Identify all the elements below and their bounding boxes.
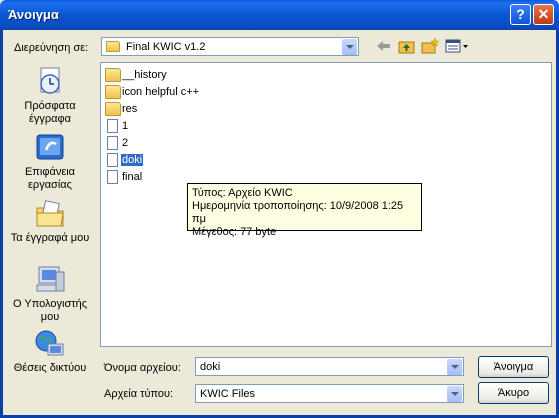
place-label: Επιφάνεια εργασίας <box>24 166 76 191</box>
place-desktop[interactable]: Επιφάνεια εργασίας <box>6 132 94 192</box>
help-icon: ? <box>516 6 525 22</box>
lookin-value: Final KWIC v1.2 <box>126 41 206 53</box>
place-recent[interactable]: Πρόσφατα έγγραφα <box>6 66 94 126</box>
network-places-icon <box>34 328 66 360</box>
back-icon <box>377 41 390 51</box>
filename-value: doki <box>200 361 221 373</box>
help-button[interactable]: ? <box>510 4 531 25</box>
filename-label: Όνομα αρχείου: <box>104 362 181 374</box>
title-bar[interactable]: Άνοιγμα ? ✕ <box>0 0 559 30</box>
places-bar: Πρόσφατα έγγραφα Επιφάνεια εργασίας Τα έ… <box>6 62 94 380</box>
file-info-tooltip: Τύπος: Αρχείο KWIC Ημερομηνία τροποποίησ… <box>187 183 422 238</box>
folder-icon <box>105 85 121 99</box>
folder-icon <box>105 102 121 116</box>
file-name: icon helpful c++ <box>122 86 200 98</box>
file-name: doki <box>121 154 144 166</box>
file-name: __history <box>122 69 167 81</box>
file-name: res <box>122 103 138 115</box>
views-menu-button[interactable] <box>444 37 470 55</box>
file-icon <box>107 170 118 184</box>
tooltip-size: Μέγεθος: 77 byte <box>192 226 277 238</box>
open-button[interactable]: Άνοιγμα <box>478 356 549 378</box>
chevron-down-icon[interactable] <box>342 39 357 55</box>
views-menu-icon <box>445 39 468 53</box>
file-name: final <box>122 171 143 183</box>
folder-icon <box>106 41 120 52</box>
folder-icon <box>105 68 121 82</box>
up-folder-icon <box>398 41 415 54</box>
file-name: 2 <box>122 137 129 149</box>
new-folder-button[interactable] <box>420 37 440 55</box>
window-title: Άνοιγμα <box>8 7 59 22</box>
close-button[interactable]: ✕ <box>533 4 554 25</box>
filename-input[interactable]: doki <box>195 357 464 376</box>
place-label: Τα έγγραφά μου <box>10 232 90 244</box>
recent-documents-icon <box>34 66 66 98</box>
up-folder-button[interactable] <box>397 37 417 55</box>
filetype-value: KWIC Files <box>200 388 255 400</box>
desktop-icon <box>34 132 66 164</box>
chevron-down-icon[interactable] <box>447 359 462 375</box>
chevron-down-icon[interactable] <box>447 386 462 402</box>
my-computer-icon <box>34 264 66 296</box>
new-folder-icon <box>421 37 440 54</box>
tooltip-modified: Ημερομηνία τροποποίησης: 10/9/2008 1:25 … <box>192 200 404 225</box>
file-name: 1 <box>122 120 129 132</box>
tooltip-type: Τύπος: Αρχείο KWIC <box>192 187 293 199</box>
my-documents-icon <box>34 198 66 230</box>
place-mycomputer[interactable]: Ο Υπολογιστής μου <box>6 264 94 324</box>
open-button-label: Άνοιγμα <box>493 361 534 373</box>
file-icon <box>107 136 118 150</box>
back-button[interactable] <box>373 37 393 55</box>
file-icon <box>107 119 118 133</box>
filetype-dropdown[interactable]: KWIC Files <box>195 384 464 403</box>
place-label: Θέσεις δικτύου <box>13 362 87 374</box>
place-network[interactable]: Θέσεις δικτύου <box>6 328 94 375</box>
lookin-label: Διερεύνηση σε: <box>14 42 89 54</box>
file-icon <box>107 153 118 167</box>
close-icon: ✕ <box>537 6 550 22</box>
place-label: Πρόσφατα έγγραφα <box>24 100 76 125</box>
place-mydocs[interactable]: Τα έγγραφά μου <box>6 198 94 245</box>
lookin-dropdown[interactable]: Final KWIC v1.2 <box>101 37 359 56</box>
filetype-label: Αρχεία τύπου: <box>104 388 174 400</box>
cancel-button-label: Άκυρο <box>497 387 530 399</box>
place-label: Ο Υπολογιστής μου <box>12 298 88 323</box>
cancel-button[interactable]: Άκυρο <box>478 382 549 404</box>
